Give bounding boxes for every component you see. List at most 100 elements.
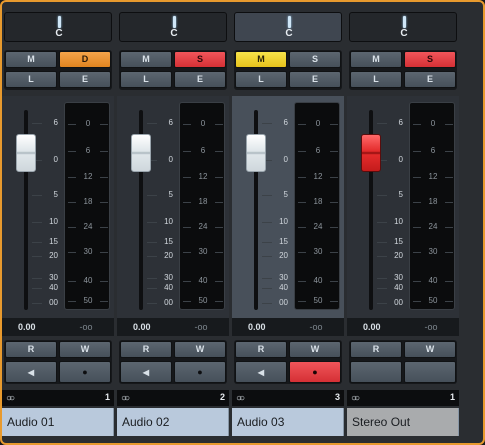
mute-button[interactable]: M bbox=[235, 51, 287, 68]
peak-value[interactable]: -oo bbox=[294, 322, 338, 332]
peak-value[interactable]: -oo bbox=[179, 322, 223, 332]
monitor-button[interactable] bbox=[350, 361, 402, 383]
link-icon[interactable]: ○○ bbox=[121, 393, 130, 404]
automation-buttons: R W ◀ ● bbox=[4, 340, 112, 384]
level-meter: 0 6 12 18 24 30 40 50 bbox=[64, 102, 110, 310]
listen-button[interactable]: L bbox=[235, 71, 287, 88]
monitor-button[interactable]: ◀ bbox=[5, 361, 57, 383]
monitor-button[interactable]: ◀ bbox=[235, 361, 287, 383]
channel-strip[interactable]: C M S L E 6 0 5 10 15 20 30 40 00 0 6 12 18 24 30 40 50 0.00 -o… bbox=[232, 10, 344, 437]
edit-button[interactable]: E bbox=[59, 71, 111, 88]
channel-header: ○○ 3 bbox=[232, 390, 344, 406]
record-dot-icon: ● bbox=[312, 367, 318, 377]
fader-scale-label: 10 bbox=[164, 217, 173, 226]
meter-scale-label: 50 bbox=[313, 296, 323, 305]
fader-scale-label: 20 bbox=[164, 251, 173, 260]
speaker-icon: ◀ bbox=[257, 368, 265, 377]
write-automation-button[interactable]: W bbox=[404, 341, 456, 358]
channel-name[interactable]: Audio 03 bbox=[232, 408, 344, 436]
record-enable-button[interactable]: ● bbox=[289, 361, 341, 383]
volume-fader[interactable] bbox=[131, 134, 151, 172]
listen-button[interactable]: L bbox=[120, 71, 172, 88]
solo-button[interactable]: S bbox=[289, 51, 341, 68]
link-icon[interactable]: ○○ bbox=[351, 393, 360, 404]
write-automation-button[interactable]: W bbox=[174, 341, 226, 358]
value-row: 0.00 -oo bbox=[117, 318, 229, 336]
channel-header: ○○ 1 bbox=[2, 390, 114, 406]
channel-strip[interactable]: C M S L E 6 0 5 10 15 20 30 40 00 0 6 12 18 24 30 40 50 0.00 -o… bbox=[347, 10, 459, 437]
link-icon[interactable]: ○○ bbox=[6, 393, 15, 404]
fader-scale-label: 6 bbox=[283, 118, 288, 127]
channel-buttons: MSLE bbox=[119, 50, 227, 90]
read-automation-button[interactable]: R bbox=[350, 341, 402, 358]
channel-strip[interactable]: C M D L E 6 0 5 10 15 20 30 40 00 0 6 12 18 24 30 40 50 0.00 -o… bbox=[2, 10, 114, 437]
channel-name[interactable]: Stereo Out bbox=[347, 408, 459, 436]
channel-buttons: MSLE bbox=[349, 50, 457, 90]
fader-scale-label: 6 bbox=[398, 118, 403, 127]
pan-control[interactable]: C bbox=[119, 12, 227, 42]
meter-scale-label: 30 bbox=[83, 247, 93, 256]
fader-scale-label: 00 bbox=[49, 298, 58, 307]
edit-button[interactable]: E bbox=[404, 71, 456, 88]
channel-name[interactable]: Audio 01 bbox=[2, 408, 114, 436]
meter-scale-label: 12 bbox=[313, 172, 323, 181]
volume-value[interactable]: 0.00 bbox=[363, 322, 381, 332]
peak-value[interactable]: -oo bbox=[64, 322, 108, 332]
write-automation-button[interactable]: W bbox=[289, 341, 341, 358]
channel-name[interactable]: Audio 02 bbox=[117, 408, 229, 436]
mute-button[interactable]: M bbox=[350, 51, 402, 68]
pan-indicator[interactable] bbox=[288, 16, 291, 28]
pan-indicator[interactable] bbox=[403, 16, 406, 28]
meter-scale-label: 6 bbox=[200, 146, 206, 155]
link-icon[interactable]: ○○ bbox=[236, 393, 245, 404]
pan-control[interactable]: C bbox=[234, 12, 342, 42]
monitor-button[interactable]: ◀ bbox=[120, 361, 172, 383]
write-automation-button[interactable]: W bbox=[59, 341, 111, 358]
fader-scale-label: 15 bbox=[394, 237, 403, 246]
volume-fader[interactable] bbox=[361, 134, 381, 172]
mute-button[interactable]: M bbox=[120, 51, 172, 68]
pan-control[interactable]: C bbox=[349, 12, 457, 42]
meter-scale-label: 30 bbox=[428, 247, 438, 256]
record-enable-button[interactable]: ● bbox=[174, 361, 226, 383]
meter-scale-label: 18 bbox=[198, 197, 208, 206]
pan-value: C bbox=[285, 28, 293, 39]
listen-button[interactable]: L bbox=[5, 71, 57, 88]
volume-fader[interactable] bbox=[16, 134, 36, 172]
read-automation-button[interactable]: R bbox=[120, 341, 172, 358]
record-enable-button[interactable]: ● bbox=[59, 361, 111, 383]
volume-fader[interactable] bbox=[246, 134, 266, 172]
meter-scale-label: 0 bbox=[200, 119, 206, 128]
read-automation-button[interactable]: R bbox=[5, 341, 57, 358]
solo-button[interactable]: S bbox=[174, 51, 226, 68]
volume-value[interactable]: 0.00 bbox=[248, 322, 266, 332]
fader-scale-label: 30 bbox=[49, 273, 58, 282]
meter-scale-label: 18 bbox=[428, 197, 438, 206]
edit-button[interactable]: E bbox=[289, 71, 341, 88]
fader-scale-label: 5 bbox=[283, 190, 288, 199]
fader-scale-label: 20 bbox=[49, 251, 58, 260]
read-automation-button[interactable]: R bbox=[235, 341, 287, 358]
pan-value: C bbox=[170, 28, 178, 39]
record-enable-button[interactable] bbox=[404, 361, 456, 383]
meter-scale-label: 50 bbox=[83, 296, 93, 305]
edit-button[interactable]: E bbox=[174, 71, 226, 88]
fader-scale-label: 40 bbox=[164, 283, 173, 292]
channel-strip[interactable]: C M S L E 6 0 5 10 15 20 30 40 00 0 6 12 18 24 30 40 50 0.00 -o… bbox=[117, 10, 229, 437]
pan-indicator[interactable] bbox=[173, 16, 176, 28]
pan-control[interactable]: C bbox=[4, 12, 112, 42]
meter-scale-label: 0 bbox=[315, 119, 321, 128]
meter-scale-label: 12 bbox=[198, 172, 208, 181]
volume-value[interactable]: 0.00 bbox=[18, 322, 36, 332]
meter-scale-label: 30 bbox=[313, 247, 323, 256]
mute-button[interactable]: M bbox=[5, 51, 57, 68]
volume-value[interactable]: 0.00 bbox=[133, 322, 151, 332]
fader-scale-label: 5 bbox=[168, 190, 173, 199]
channel-name-label: Audio 03 bbox=[237, 415, 285, 429]
listen-button[interactable]: L bbox=[350, 71, 402, 88]
fader-scale-label: 5 bbox=[53, 190, 58, 199]
solo-button[interactable]: S bbox=[404, 51, 456, 68]
pan-indicator[interactable] bbox=[58, 16, 61, 28]
disable-button[interactable]: D bbox=[59, 51, 111, 68]
peak-value[interactable]: -oo bbox=[409, 322, 453, 332]
